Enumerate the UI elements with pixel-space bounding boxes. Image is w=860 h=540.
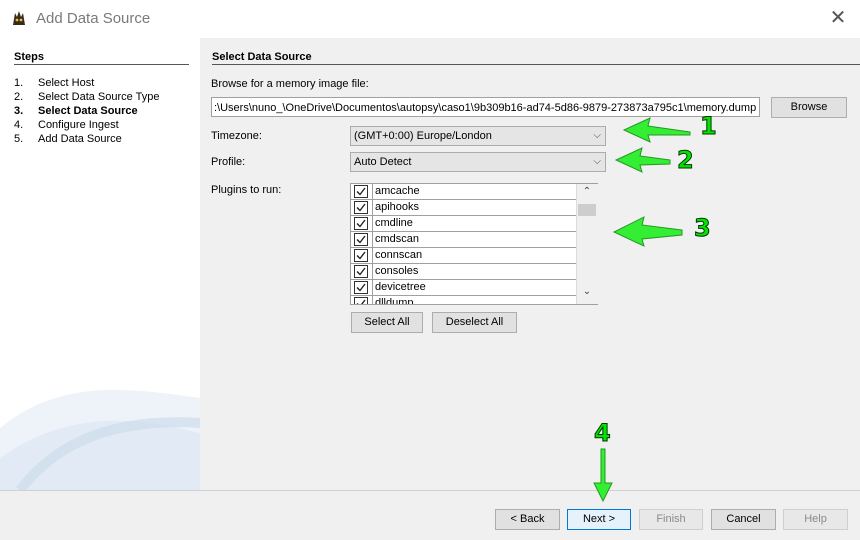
plugin-name: cmdline <box>375 217 413 229</box>
column-separator <box>372 280 373 296</box>
annotation-arrows <box>612 117 691 247</box>
annotation-arrow-3 <box>612 216 683 247</box>
annotation-arrow-4 <box>593 448 613 503</box>
back-button[interactable]: < Back <box>495 509 560 530</box>
checkbox[interactable] <box>354 297 368 304</box>
plugin-row-cmdline[interactable]: cmdline <box>351 216 576 232</box>
annotation-arrow-2 <box>614 147 671 173</box>
timezone-label: Timezone: <box>211 130 262 142</box>
window-title: Add Data Source <box>36 10 151 27</box>
autopsy-logo-icon <box>10 9 28 27</box>
step-configure-ingest: 4. Configure Ingest <box>14 119 119 131</box>
step-number: 1. <box>14 77 24 89</box>
deselect-all-button[interactable]: Deselect All <box>432 312 517 333</box>
profile-value: Auto Detect <box>354 156 412 168</box>
checkbox[interactable] <box>354 249 368 262</box>
content-divider <box>212 64 860 65</box>
plugin-row-cmdscan[interactable]: cmdscan <box>351 232 576 248</box>
column-separator <box>372 200 373 216</box>
profile-select[interactable]: Auto Detect ⌵ <box>350 152 606 172</box>
browse-label: Browse for a memory image file: <box>211 78 369 90</box>
annotation-number-2: 2 <box>677 146 695 175</box>
next-button[interactable]: Next > <box>567 509 631 530</box>
step-select-data-source: 3. Select Data Source <box>14 105 138 117</box>
select-all-button[interactable]: Select All <box>351 312 423 333</box>
checkbox[interactable] <box>354 281 368 294</box>
step-select-host: 1. Select Host <box>14 77 94 89</box>
content-heading: Select Data Source <box>212 51 312 63</box>
help-button[interactable]: Help <box>783 509 848 530</box>
plugin-name: cmdscan <box>375 233 420 245</box>
checkbox[interactable] <box>354 185 368 198</box>
plugin-row-consoles[interactable]: consoles <box>351 264 576 280</box>
annotation-number-1: 1 <box>700 112 718 141</box>
step-number: 4. <box>14 119 24 131</box>
steps-heading: Steps <box>14 51 44 63</box>
close-icon[interactable]: ✕ <box>826 6 850 30</box>
step-label: Configure Ingest <box>38 119 119 131</box>
checkbox[interactable] <box>354 233 368 246</box>
step-label: Add Data Source <box>38 133 122 145</box>
plugin-row-devicetree[interactable]: devicetree <box>351 280 576 296</box>
column-separator <box>372 264 373 280</box>
plugin-row-dlldump[interactable]: dlldump <box>351 296 576 305</box>
step-label: Select Data Source Type <box>38 91 160 103</box>
plugin-row-connscan[interactable]: connscan <box>351 248 576 264</box>
column-separator <box>372 184 373 200</box>
plugin-name: apihooks <box>375 201 420 213</box>
scroll-down-icon[interactable]: ⌄ <box>578 286 596 300</box>
browse-button[interactable]: Browse <box>771 97 847 118</box>
column-separator <box>372 232 373 248</box>
step-select-data-source-type: 2. Select Data Source Type <box>14 91 159 103</box>
column-separator <box>372 248 373 264</box>
finish-button[interactable]: Finish <box>639 509 703 530</box>
timezone-select[interactable]: (GMT+0:00) Europe/London ⌵ <box>350 126 606 146</box>
step-add-data-source: 5. Add Data Source <box>14 133 122 145</box>
cancel-button[interactable]: Cancel <box>711 509 776 530</box>
column-separator <box>372 296 373 304</box>
annotation-number-4: 4 <box>594 419 612 448</box>
column-separator <box>372 216 373 232</box>
annotation-arrow-1 <box>622 117 691 143</box>
step-label: Select Data Source <box>38 105 138 117</box>
plugin-row-amcache[interactable]: amcache <box>351 184 576 200</box>
plugin-name: dlldump <box>375 297 414 305</box>
step-number: 3. <box>14 105 24 117</box>
timezone-value: (GMT+0:00) Europe/London <box>354 130 492 142</box>
step-number: 5. <box>14 133 24 145</box>
scroll-up-icon[interactable]: ⌃ <box>578 186 596 200</box>
plugin-name: connscan <box>375 249 423 261</box>
checkbox[interactable] <box>354 265 368 278</box>
checkbox[interactable] <box>354 217 368 230</box>
annotation-number-3: 3 <box>694 214 712 243</box>
plugin-name: devicetree <box>375 281 426 293</box>
step-number: 2. <box>14 91 24 103</box>
plugin-name: amcache <box>375 185 420 197</box>
plugin-name: consoles <box>375 265 419 277</box>
profile-label: Profile: <box>211 156 246 168</box>
plugin-list[interactable]: amcache apihooks cmdline cmdscan connsca… <box>350 183 598 305</box>
checkbox[interactable] <box>354 201 368 214</box>
steps-divider <box>14 64 189 65</box>
step-label: Select Host <box>38 77 95 89</box>
scroll-thumb[interactable] <box>578 204 596 216</box>
plugin-row-apihooks[interactable]: apihooks <box>351 200 576 216</box>
plugins-label: Plugins to run: <box>211 184 282 196</box>
